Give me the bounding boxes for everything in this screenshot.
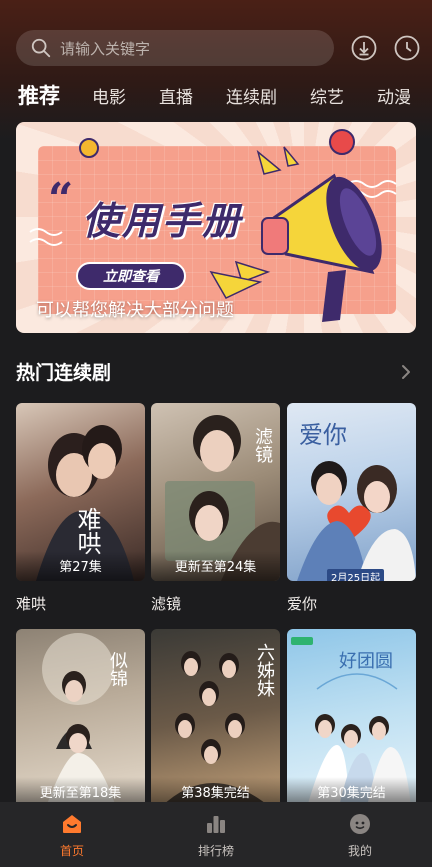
- download-icon[interactable]: [351, 35, 377, 61]
- poster-title-text: 爱你: [299, 421, 347, 449]
- poster-title-text: 难哄: [73, 507, 101, 555]
- chevron-right-icon[interactable]: [398, 362, 414, 382]
- tab-recommend[interactable]: 推荐: [18, 80, 60, 110]
- poster-image: 六姊妹 第38集完结: [151, 629, 280, 807]
- episode-label: 更新至第24集: [151, 551, 280, 581]
- search-row: 请输入关键字: [16, 30, 420, 66]
- home-icon: [63, 815, 81, 833]
- poster-date: 2月25日起: [327, 569, 385, 581]
- show-card[interactable]: 似锦 更新至第18集: [16, 629, 145, 807]
- quote-mark: “: [48, 174, 74, 225]
- category-tabs: 推荐 电影 直播 连续剧 综艺 动漫: [18, 80, 432, 112]
- show-card[interactable]: 滤镜 更新至第24集 滤镜: [151, 403, 280, 614]
- episode-label: 第27集: [16, 551, 145, 581]
- header-background: [0, 0, 432, 140]
- history-icon[interactable]: [394, 35, 420, 61]
- banner-caption: 可以帮您解决大部分问题: [36, 300, 234, 321]
- nav-label: 我的: [347, 844, 372, 858]
- poster-title-text: 好团圆: [339, 651, 393, 672]
- poster-image: 似锦 更新至第18集: [16, 629, 145, 807]
- banner-view-button[interactable]: 立即查看: [76, 262, 186, 290]
- nav-home[interactable]: 首页: [0, 802, 144, 867]
- show-name: 滤镜: [151, 595, 182, 613]
- nav-label: 首页: [59, 844, 84, 858]
- nav-profile[interactable]: 我的: [288, 802, 432, 867]
- search-placeholder: 请输入关键字: [60, 39, 151, 58]
- show-card[interactable]: 难哄 第27集 难哄: [16, 403, 145, 614]
- show-name: 难哄: [16, 595, 47, 613]
- tab-anime[interactable]: 动漫: [377, 83, 411, 108]
- show-card[interactable]: 六姊妹 第38集完结: [151, 629, 280, 807]
- poster-image: 滤镜 更新至第24集: [151, 403, 280, 581]
- show-name: 爱你: [287, 595, 318, 613]
- section-title: 热门连续剧: [16, 362, 112, 384]
- poster-title-text: 似锦: [107, 651, 128, 687]
- tab-movies[interactable]: 电影: [92, 83, 126, 108]
- search-icon: [31, 38, 51, 58]
- nav-label: 排行榜: [197, 844, 234, 858]
- profile-icon: [350, 814, 370, 834]
- tab-variety[interactable]: 综艺: [310, 83, 344, 108]
- ranking-icon: [207, 816, 225, 833]
- poster-image: 爱你 2月25日起: [287, 403, 416, 581]
- promo-banner[interactable]: “ 使用手册 立即查看 可以帮您解决大部分问题: [16, 122, 416, 333]
- nav-ranking[interactable]: 排行榜: [144, 802, 288, 867]
- poster-title-text: 滤镜: [252, 427, 273, 463]
- tab-series[interactable]: 连续剧: [226, 83, 277, 108]
- tab-live[interactable]: 直播: [159, 83, 193, 108]
- poster-image: 难哄 第27集: [16, 403, 145, 581]
- banner-title: 使用手册: [82, 199, 243, 243]
- show-card[interactable]: 好团圆 第30集完结: [287, 629, 416, 807]
- show-card[interactable]: 爱你 2月25日起 爱你: [287, 403, 416, 614]
- bottom-navigation: 首页 排行榜 我的: [0, 802, 432, 867]
- search-input[interactable]: 请输入关键字: [16, 30, 334, 66]
- poster-image: 好团圆 第30集完结: [287, 629, 416, 807]
- poster-title-text: 六姊妹: [254, 643, 275, 697]
